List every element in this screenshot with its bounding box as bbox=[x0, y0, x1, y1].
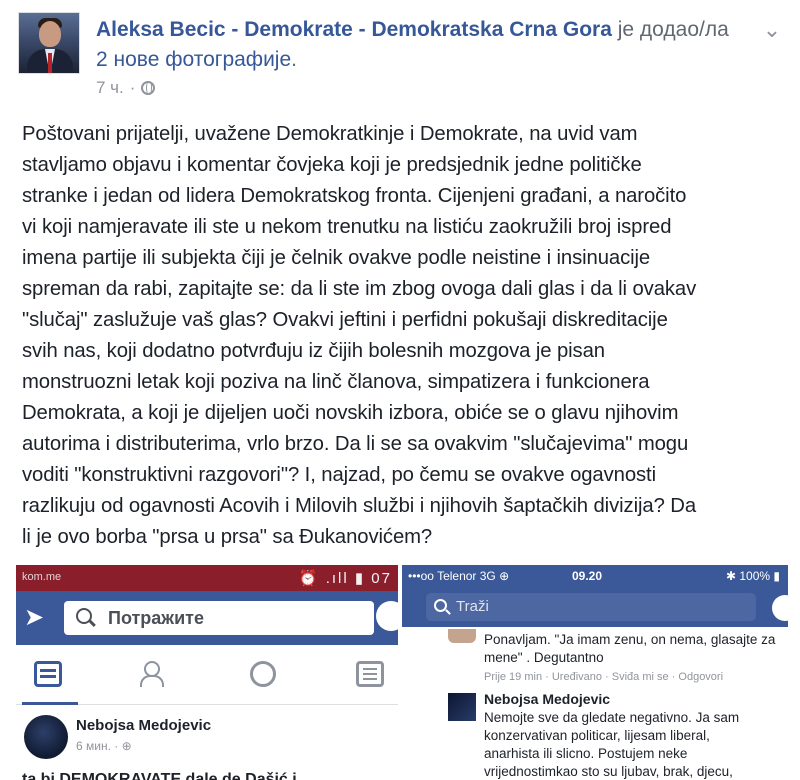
search-input: Traži bbox=[426, 593, 756, 621]
notifications-globe-icon bbox=[250, 661, 276, 687]
attached-photo-1[interactable]: kom.me ⏰ .ıll ▮ 07 ➤ Потражите Nebojsa M… bbox=[16, 565, 398, 780]
facebook-nav-bar bbox=[16, 645, 398, 705]
author-name-link[interactable]: Aleksa Becic - Demokrate - Demokratska C… bbox=[96, 18, 612, 41]
phone-status-bar: kom.me ⏰ .ıll ▮ 07 bbox=[16, 565, 398, 591]
post-header: Aleksa Becic - Demokrate - Demokratska C… bbox=[18, 8, 788, 98]
news-feed-icon bbox=[34, 661, 62, 687]
facebook-top-bar: ➤ Потражите bbox=[16, 591, 398, 645]
comment-text: Ponavljam. "Ja imam zenu, on nema, glasa… bbox=[484, 632, 776, 665]
search-icon bbox=[434, 599, 447, 612]
embedded-post-text: ta bi DEMOKRAVATE dale de Dašić i bbox=[22, 771, 297, 780]
embedded-post-time: 6 мин. · ⊕ bbox=[76, 739, 132, 753]
chevron-down-icon[interactable]: ⌄ bbox=[760, 18, 784, 42]
attached-photo-2[interactable]: •••oo Telenor 3G ⊕ 09.20 ✱ 100% ▮ Traži … bbox=[402, 565, 788, 780]
friends-icon bbox=[140, 661, 170, 687]
embedded-post-author: Nebojsa Medojevic bbox=[76, 717, 212, 734]
embedded-post: Nebojsa Medojevic 6 мин. · ⊕ ta bi DEMOK… bbox=[16, 705, 398, 780]
avatar bbox=[24, 715, 68, 759]
photos-link[interactable]: 2 нове фотографије bbox=[96, 48, 291, 71]
comment-meta: Prije 19 min · Uređivano · Sviđa mi se ·… bbox=[484, 671, 724, 683]
post-timestamp[interactable]: 7 ч. bbox=[96, 78, 124, 98]
post-meta: 7 ч. · bbox=[96, 78, 156, 98]
post-title: Aleksa Becic - Demokrate - Demokratska C… bbox=[96, 18, 729, 71]
battery-indicator: ✱ 100% ▮ bbox=[725, 569, 780, 583]
carrier-label: •••oo Telenor 3G ⊕ bbox=[408, 569, 510, 583]
comment-author: Nebojsa Medojevic bbox=[484, 691, 611, 707]
carrier-label: kom.me bbox=[22, 571, 62, 583]
globe-icon bbox=[141, 81, 156, 95]
post-verb: је додао/ла bbox=[617, 18, 729, 41]
author-avatar[interactable] bbox=[18, 12, 80, 74]
post-body-text: Poštovani prijatelji, uvažene Demokratki… bbox=[22, 123, 697, 548]
status-icons: ⏰ .ıll ▮ 07 bbox=[298, 570, 392, 587]
comments-list: Ponavljam. "Ja imam zenu, on nema, glasa… bbox=[402, 627, 788, 780]
avatar bbox=[448, 693, 476, 721]
avatar bbox=[448, 629, 476, 643]
menu-icon bbox=[356, 661, 384, 687]
facebook-top-bar: Traži bbox=[402, 587, 788, 627]
search-input: Потражите bbox=[64, 601, 374, 635]
clock: 09.20 bbox=[572, 569, 603, 583]
phone-status-bar: •••oo Telenor 3G ⊕ 09.20 ✱ 100% ▮ bbox=[402, 565, 788, 587]
send-icon: ➤ bbox=[24, 604, 45, 631]
search-placeholder: Потражите bbox=[108, 608, 204, 628]
search-icon bbox=[76, 608, 92, 624]
comment-text: Nemojte sve da gledate negativno. Ja sam… bbox=[484, 710, 740, 779]
messenger-icon bbox=[772, 595, 788, 621]
search-placeholder: Traži bbox=[456, 598, 489, 615]
messenger-icon bbox=[376, 601, 398, 631]
